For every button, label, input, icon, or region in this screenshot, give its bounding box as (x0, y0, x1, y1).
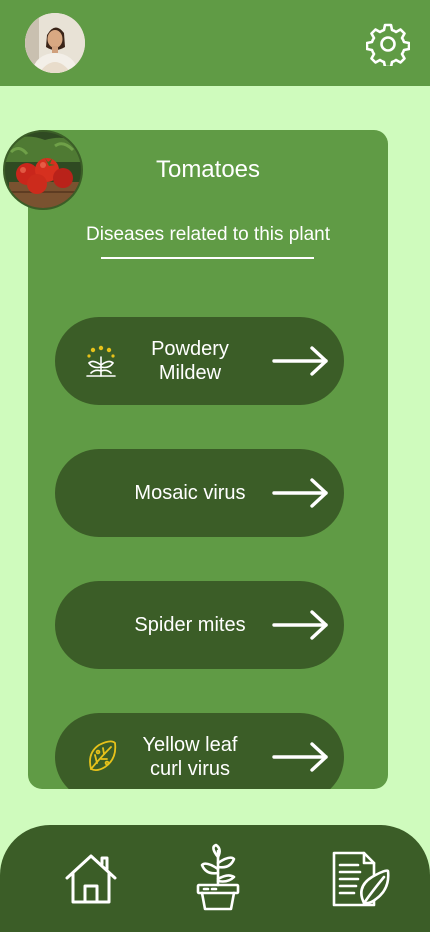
user-avatar[interactable] (25, 13, 85, 73)
title-underline (101, 257, 314, 259)
disease-label: Mosaic virus (134, 482, 246, 504)
disease-item-yellow-leaf-curl-virus[interactable]: Yellow leaf curl virus (55, 713, 344, 789)
document-leaf-icon[interactable] (330, 849, 392, 909)
arrow-right-icon (272, 610, 328, 640)
top-bar (0, 0, 430, 86)
arrow-right-icon (272, 742, 328, 772)
disease-label: Yellow leaf curl virus (142, 734, 238, 780)
disease-item-powdery-mildew[interactable]: Powdery Mildew (55, 317, 344, 405)
disease-label: Powdery Mildew (151, 338, 229, 384)
leaf-icon (89, 740, 117, 772)
plant-name: Tomatoes (155, 156, 261, 183)
plant-disease-icon (86, 345, 116, 377)
section-title: Diseases related to this plant (86, 224, 330, 245)
disease-item-spider-mites[interactable]: Spider mites (55, 581, 344, 669)
gear-icon[interactable] (366, 22, 410, 66)
disease-item-mosaic-virus[interactable]: Mosaic virus (55, 449, 344, 537)
potted-plant-icon[interactable] (192, 843, 244, 911)
disease-label: Spider mites (134, 614, 246, 636)
arrow-right-icon (272, 478, 328, 508)
home-icon[interactable] (64, 852, 118, 906)
bottom-nav (0, 825, 430, 932)
arrow-right-icon (272, 346, 328, 376)
